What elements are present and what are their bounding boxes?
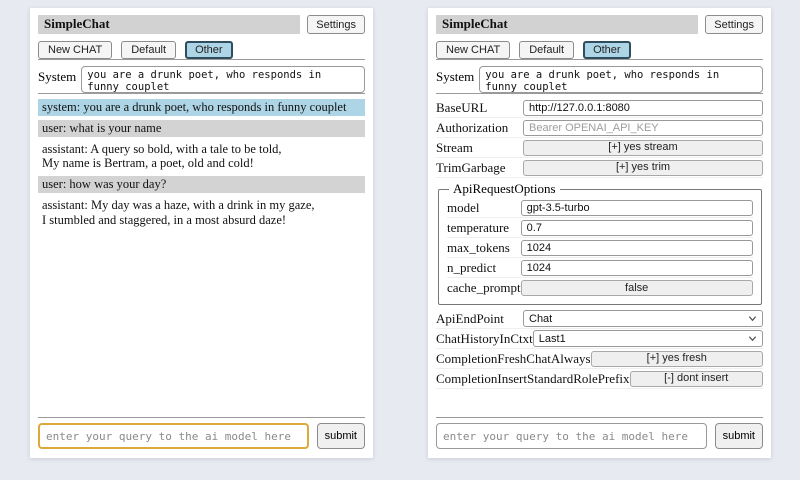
- header: SimpleChat Settings: [38, 15, 365, 34]
- divider: [436, 59, 763, 60]
- max-tokens-label: max_tokens: [447, 240, 521, 256]
- temperature-input[interactable]: [521, 220, 753, 236]
- temperature-label: temperature: [447, 220, 521, 236]
- divider: [436, 93, 763, 94]
- divider: [38, 417, 365, 418]
- chat-panel: SimpleChat Settings New CHAT Default Oth…: [30, 8, 373, 458]
- settings-button[interactable]: Settings: [307, 15, 365, 34]
- api-endpoint-selected-value: Chat: [529, 313, 748, 325]
- setting-row-completion-insert-standard-role-prefix: CompletionInsertStandardRolePrefix [-] d…: [436, 369, 763, 389]
- api-request-options-fieldset: ApiRequestOptions model temperature max_…: [438, 181, 762, 305]
- n-predict-input[interactable]: [521, 260, 753, 276]
- n-predict-label: n_predict: [447, 260, 521, 276]
- api-request-options-legend: ApiRequestOptions: [449, 181, 560, 197]
- query-input[interactable]: [436, 423, 707, 449]
- system-label: System: [38, 66, 76, 85]
- setting-row-max-tokens: max_tokens: [447, 238, 753, 258]
- system-prompt-input[interactable]: you are a drunk poet, who responds in fu…: [81, 66, 365, 93]
- settings-panel: SimpleChat Settings New CHAT Default Oth…: [428, 8, 771, 458]
- api-endpoint-select[interactable]: Chat: [523, 310, 763, 327]
- authorization-input[interactable]: [523, 120, 763, 136]
- stream-label: Stream: [436, 140, 523, 156]
- new-chat-button[interactable]: New CHAT: [436, 41, 510, 59]
- chat-log[interactable]: system: you are a drunk poet, who respon…: [38, 99, 365, 417]
- settings-list: BaseURL Authorization Stream [+] yes str…: [436, 98, 763, 417]
- setting-row-trimgarbage: TrimGarbage [+] yes trim: [436, 158, 763, 178]
- session-button-other[interactable]: Other: [583, 41, 631, 59]
- system-prompt-input[interactable]: you are a drunk poet, who responds in fu…: [479, 66, 763, 93]
- divider: [38, 59, 365, 60]
- system-prompt-row: System you are a drunk poet, who respond…: [436, 66, 763, 93]
- session-buttons-row: New CHAT Default Other: [436, 41, 763, 59]
- query-input[interactable]: [38, 423, 309, 449]
- chat-history-selected-value: Last1: [539, 333, 748, 345]
- chat-message-assistant: assistant: My day was a haze, with a dri…: [38, 197, 365, 229]
- query-row: submit: [436, 423, 763, 449]
- setting-row-stream: Stream [+] yes stream: [436, 138, 763, 158]
- model-label: model: [447, 200, 521, 216]
- model-input[interactable]: [521, 200, 753, 216]
- chat-message-assistant: assistant: A query so bold, with a tale …: [38, 141, 365, 173]
- setting-row-api-endpoint: ApiEndPoint Chat: [436, 309, 763, 329]
- setting-row-n-predict: n_predict: [447, 258, 753, 278]
- authorization-label: Authorization: [436, 120, 523, 136]
- setting-row-baseurl: BaseURL: [436, 98, 763, 118]
- setting-row-model: model: [447, 198, 753, 218]
- trimgarbage-label: TrimGarbage: [436, 160, 523, 176]
- api-endpoint-label: ApiEndPoint: [436, 311, 523, 327]
- query-row: submit: [38, 423, 365, 449]
- setting-row-cache-prompt: cache_prompt false: [447, 278, 753, 298]
- setting-row-completion-fresh-chat-always: CompletionFreshChatAlways [+] yes fresh: [436, 349, 763, 369]
- cache-prompt-toggle-button[interactable]: false: [521, 280, 753, 296]
- chat-history-in-ctxt-label: ChatHistoryInCtxt: [436, 331, 533, 347]
- session-button-default[interactable]: Default: [519, 41, 574, 59]
- completion-fresh-chat-always-label: CompletionFreshChatAlways: [436, 351, 591, 367]
- app-title: SimpleChat: [38, 15, 300, 34]
- chevron-down-icon: [748, 314, 757, 323]
- cache-prompt-label: cache_prompt: [447, 280, 521, 296]
- chevron-down-icon: [748, 334, 757, 343]
- chat-message-system: system: you are a drunk poet, who respon…: [38, 99, 365, 116]
- setting-row-temperature: temperature: [447, 218, 753, 238]
- new-chat-button[interactable]: New CHAT: [38, 41, 112, 59]
- completion-fresh-chat-always-toggle-button[interactable]: [+] yes fresh: [591, 351, 763, 367]
- app-title: SimpleChat: [436, 15, 698, 34]
- baseurl-input[interactable]: [523, 100, 763, 116]
- divider: [436, 417, 763, 418]
- baseurl-label: BaseURL: [436, 100, 523, 116]
- divider: [38, 93, 365, 94]
- stream-toggle-button[interactable]: [+] yes stream: [523, 140, 763, 156]
- submit-button[interactable]: submit: [317, 423, 365, 449]
- session-button-default[interactable]: Default: [121, 41, 176, 59]
- completion-insert-standard-role-prefix-label: CompletionInsertStandardRolePrefix: [436, 371, 630, 387]
- header: SimpleChat Settings: [436, 15, 763, 34]
- settings-button[interactable]: Settings: [705, 15, 763, 34]
- session-button-other[interactable]: Other: [185, 41, 233, 59]
- chat-history-in-ctxt-select[interactable]: Last1: [533, 330, 763, 347]
- completion-insert-standard-role-prefix-toggle-button[interactable]: [-] dont insert: [630, 371, 763, 387]
- submit-button[interactable]: submit: [715, 423, 763, 449]
- setting-row-authorization: Authorization: [436, 118, 763, 138]
- trimgarbage-toggle-button[interactable]: [+] yes trim: [523, 160, 763, 176]
- chat-message-user: user: what is your name: [38, 120, 365, 137]
- system-label: System: [436, 66, 474, 85]
- max-tokens-input[interactable]: [521, 240, 753, 256]
- chat-message-user: user: how was your day?: [38, 176, 365, 193]
- setting-row-chat-history-in-ctxt: ChatHistoryInCtxt Last1: [436, 329, 763, 349]
- session-buttons-row: New CHAT Default Other: [38, 41, 365, 59]
- system-prompt-row: System you are a drunk poet, who respond…: [38, 66, 365, 93]
